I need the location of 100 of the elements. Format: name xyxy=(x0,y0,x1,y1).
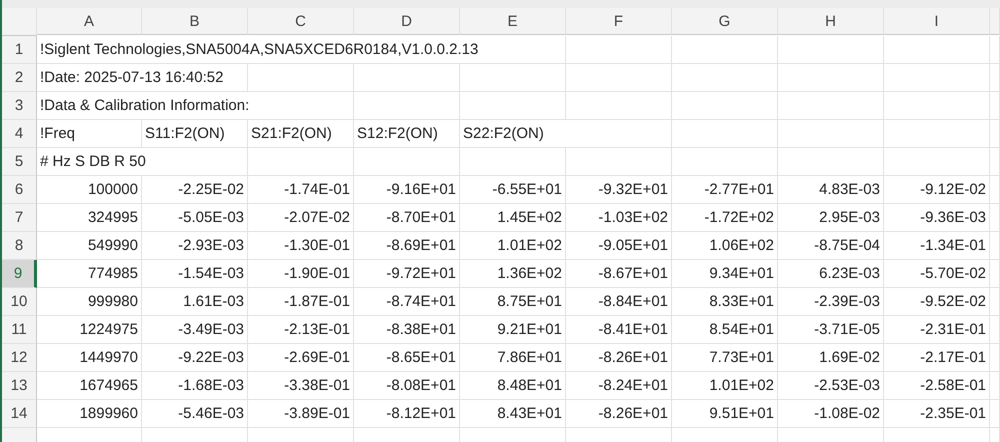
table-cell: S21:F2(ON) xyxy=(248,120,354,148)
table-cell: -2.13E-01 xyxy=(248,316,354,344)
row-header[interactable]: 1 xyxy=(2,36,37,64)
column-header[interactable]: C xyxy=(248,8,354,35)
table-cell: 1674965 xyxy=(37,372,142,400)
table-cell: 7.86E+01 xyxy=(460,344,566,372)
row-header[interactable]: 13 xyxy=(2,372,37,400)
table-cell: -9.32E+01 xyxy=(566,176,672,204)
table-cell: -8.74E+01 xyxy=(354,288,460,316)
table-cell: -2.31E-01 xyxy=(884,316,990,344)
row-header[interactable]: 6 xyxy=(2,176,37,204)
column-header[interactable]: B xyxy=(142,8,248,35)
table-cell: S22:F2(ON) xyxy=(460,120,672,148)
row-header[interactable]: 11 xyxy=(2,316,37,344)
empty-cell xyxy=(990,232,1000,260)
table-cell: -8.24E+01 xyxy=(566,372,672,400)
table-cell: -2.39E-03 xyxy=(778,288,884,316)
column-header[interactable]: I xyxy=(884,8,990,35)
empty-cell xyxy=(990,120,1000,148)
table-cell: 8.33E+01 xyxy=(672,288,778,316)
table-cell: -3.38E-01 xyxy=(248,372,354,400)
column-header[interactable]: G xyxy=(672,8,778,35)
column-header[interactable] xyxy=(990,8,1000,35)
row-header[interactable]: 5 xyxy=(2,148,37,176)
table-cell: -1.68E-03 xyxy=(142,372,248,400)
table-cell: -2.53E-03 xyxy=(778,372,884,400)
table-cell: -8.41E+01 xyxy=(566,316,672,344)
row-header[interactable]: 7 xyxy=(2,204,37,232)
table-cell: -5.46E-03 xyxy=(142,400,248,428)
table-cell: -9.16E+01 xyxy=(354,176,460,204)
table-cell: !Freq xyxy=(37,120,142,148)
table-cell: 1.06E+02 xyxy=(672,232,778,260)
table-cell: 999980 xyxy=(37,288,142,316)
table-cell: 1.45E+02 xyxy=(460,204,566,232)
table-cell: 9.21E+01 xyxy=(460,316,566,344)
row-header[interactable]: 4 xyxy=(2,120,37,148)
empty-cell xyxy=(990,204,1000,232)
table-cell: S12:F2(ON) xyxy=(354,120,460,148)
table-cell: 1.01E+02 xyxy=(672,372,778,400)
column-header[interactable]: D xyxy=(354,8,460,35)
table-cell: -9.05E+01 xyxy=(566,232,672,260)
table-cell: 8.43E+01 xyxy=(460,400,566,428)
table-cell: -1.74E-01 xyxy=(248,176,354,204)
table-cell: 9.34E+01 xyxy=(672,260,778,288)
table-cell: -9.12E-02 xyxy=(884,176,990,204)
table-cell: -9.52E-02 xyxy=(884,288,990,316)
table-cell: 7.73E+01 xyxy=(672,344,778,372)
table-cell: -2.69E-01 xyxy=(248,344,354,372)
table-cell: 8.48E+01 xyxy=(460,372,566,400)
table-cell: -1.30E-01 xyxy=(248,232,354,260)
table-cell: -3.89E-01 xyxy=(248,400,354,428)
select-all-corner[interactable] xyxy=(2,8,37,36)
table-cell: 1224975 xyxy=(37,316,142,344)
row-header[interactable]: 8 xyxy=(2,232,37,260)
table-cell: S11:F2(ON) xyxy=(142,120,248,148)
table-cell: -1.90E-01 xyxy=(248,260,354,288)
table-cell: -2.93E-03 xyxy=(142,232,248,260)
table-cell: -9.36E-03 xyxy=(884,204,990,232)
table-cell: 1899960 xyxy=(37,400,142,428)
table-cell: -8.67E+01 xyxy=(566,260,672,288)
table-cell: 2.95E-03 xyxy=(778,204,884,232)
table-cell: 100000 xyxy=(37,176,142,204)
table-cell: -2.25E-02 xyxy=(142,176,248,204)
table-cell: 8.75E+01 xyxy=(460,288,566,316)
table-cell: 1.61E-03 xyxy=(142,288,248,316)
table-cell: -8.12E+01 xyxy=(354,400,460,428)
table-cell: -5.05E-03 xyxy=(142,204,248,232)
empty-cell xyxy=(990,148,1000,176)
row-header[interactable]: 10 xyxy=(2,288,37,316)
empty-cell xyxy=(990,400,1000,428)
table-cell: 1.36E+02 xyxy=(460,260,566,288)
table-cell: -5.70E-02 xyxy=(884,260,990,288)
table-cell: !Data & Calibration Information: xyxy=(37,92,354,120)
table-cell: 549990 xyxy=(37,232,142,260)
table-cell: -1.87E-01 xyxy=(248,288,354,316)
row-header[interactable]: 9 xyxy=(2,260,37,288)
column-header[interactable]: H xyxy=(778,8,884,35)
table-cell: -2.77E+01 xyxy=(672,176,778,204)
column-header[interactable]: A xyxy=(37,8,142,35)
empty-cell xyxy=(990,316,1000,344)
table-cell: 774985 xyxy=(37,260,142,288)
table-cell: 1449970 xyxy=(37,344,142,372)
empty-cell xyxy=(990,288,1000,316)
table-cell: -2.35E-01 xyxy=(884,400,990,428)
column-header[interactable]: F xyxy=(566,8,672,35)
table-cell: 8.54E+01 xyxy=(672,316,778,344)
row-header[interactable]: 3 xyxy=(2,92,37,120)
row-header[interactable]: 2 xyxy=(2,64,37,92)
row-header[interactable]: 14 xyxy=(2,400,37,428)
table-cell: 324995 xyxy=(37,204,142,232)
table-cell: 1.69E-02 xyxy=(778,344,884,372)
table-cell: -3.49E-03 xyxy=(142,316,248,344)
table-cell: -3.71E-05 xyxy=(778,316,884,344)
empty-cell xyxy=(990,344,1000,372)
table-cell: -1.54E-03 xyxy=(142,260,248,288)
table-cell: -2.58E-01 xyxy=(884,372,990,400)
table-cell: 4.83E-03 xyxy=(778,176,884,204)
table-cell: -8.65E+01 xyxy=(354,344,460,372)
row-header[interactable]: 12 xyxy=(2,344,37,372)
column-header[interactable]: E xyxy=(460,8,566,35)
